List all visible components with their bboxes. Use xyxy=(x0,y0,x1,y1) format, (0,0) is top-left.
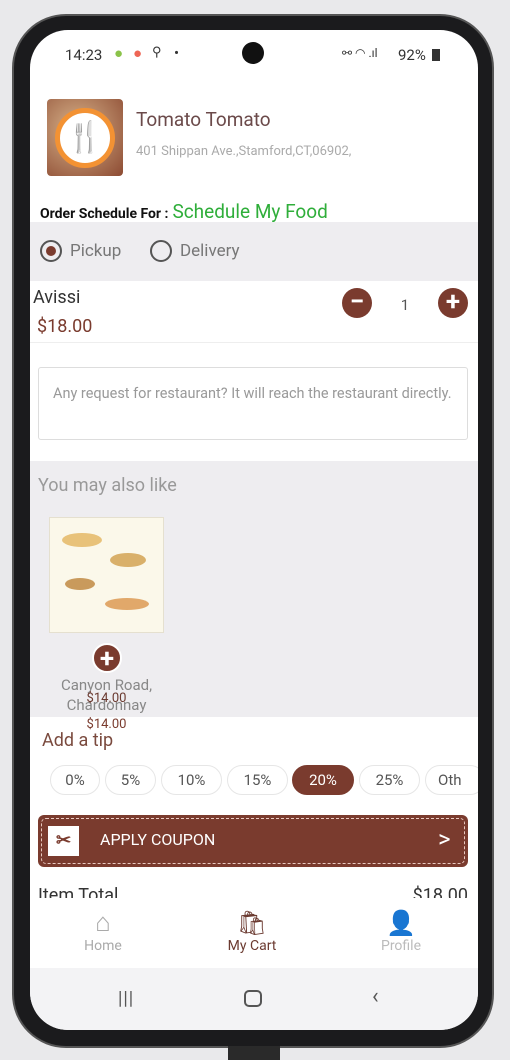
nav-profile[interactable]: 👤 Profile xyxy=(351,908,451,954)
dot-icon: • xyxy=(174,44,180,62)
home-system-button[interactable] xyxy=(244,990,262,1007)
tip-chip-20[interactable]: 20% xyxy=(292,765,354,795)
item-price: $18.00 xyxy=(37,316,93,337)
tip-title: Add a tip xyxy=(42,730,114,751)
delivery-radio[interactable]: Delivery xyxy=(150,240,240,262)
tip-chip-15[interactable]: 15% xyxy=(227,765,288,795)
increase-quantity-button[interactable]: + xyxy=(438,288,468,318)
decrease-quantity-button[interactable]: − xyxy=(342,288,372,318)
coupon-icon: ✂ xyxy=(48,826,79,856)
restaurant-logo: 🍴 xyxy=(47,99,123,176)
order-type-section: Pickup Delivery xyxy=(30,222,478,281)
restaurant-name: Tomato Tomato xyxy=(136,108,271,131)
coupon-label: APPLY COUPON xyxy=(100,830,216,849)
suggestions-section: You may also like + Canyon Road, Chardon… xyxy=(30,461,478,732)
pickup-radio[interactable]: Pickup xyxy=(40,240,121,262)
divider xyxy=(30,342,478,343)
nav-my-cart[interactable]: 🛍 My Cart xyxy=(202,908,302,954)
add-suggestion-button[interactable]: + xyxy=(92,643,122,673)
suggestion-price-label: $14.00 xyxy=(86,691,127,706)
battery-icon xyxy=(432,49,440,61)
tip-chip-0[interactable]: 0% xyxy=(50,765,100,795)
request-input[interactable]: Any request for restaurant? It will reac… xyxy=(38,367,468,440)
signal-icon: ⚯ ◠ .ıl xyxy=(342,46,378,60)
quantity-value: 1 xyxy=(400,296,410,314)
camera xyxy=(242,42,264,64)
profile-icon: 👤 xyxy=(386,909,416,937)
suggestions-title: You may also like xyxy=(38,475,177,496)
status-time: 14:23 xyxy=(65,46,103,64)
schedule-label: Order Schedule For : xyxy=(40,206,169,222)
nav-home[interactable]: ⌂ Home xyxy=(53,908,153,954)
app-icon: ● xyxy=(133,44,143,62)
tip-chip-10[interactable]: 10% xyxy=(161,765,222,795)
fork-spoon-icon: 🍴 xyxy=(55,107,115,168)
cable xyxy=(228,1046,280,1060)
system-nav-bar: ||| ‹ xyxy=(30,968,478,1030)
item-name: Avissi xyxy=(33,287,81,308)
location-icon: ⚲ xyxy=(152,45,162,60)
restaurant-address: 401 Shippan Ave.,Stamford,CT,06902, xyxy=(136,144,352,159)
tip-chip-25[interactable]: 25% xyxy=(359,765,420,795)
suggestion-image[interactable] xyxy=(49,517,164,633)
back-button[interactable]: ‹ xyxy=(372,984,379,1009)
bottom-nav: ⌂ Home 🛍 My Cart 👤 Profile xyxy=(30,898,478,968)
screen: 14:23 ● ● ⚲ • ⚯ ◠ .ıl 92% 🍴 Tomato Tomat… xyxy=(30,30,478,1030)
tip-chip-5[interactable]: 5% xyxy=(105,765,156,795)
recent-apps-button[interactable]: ||| xyxy=(118,988,134,1009)
home-icon: ⌂ xyxy=(95,908,111,938)
cart-icon: 🛍 xyxy=(236,909,268,937)
radio-selected xyxy=(40,240,62,262)
apply-coupon-button[interactable]: ✂ APPLY COUPON > xyxy=(38,815,468,867)
tip-chip-other[interactable]: Oth xyxy=(425,765,478,795)
battery-text: 92% xyxy=(398,46,426,64)
chevron-right-icon: > xyxy=(438,825,451,853)
android-icon: ● xyxy=(114,44,124,62)
radio-unselected xyxy=(150,240,172,262)
schedule-link[interactable]: Schedule My Food xyxy=(172,200,327,223)
